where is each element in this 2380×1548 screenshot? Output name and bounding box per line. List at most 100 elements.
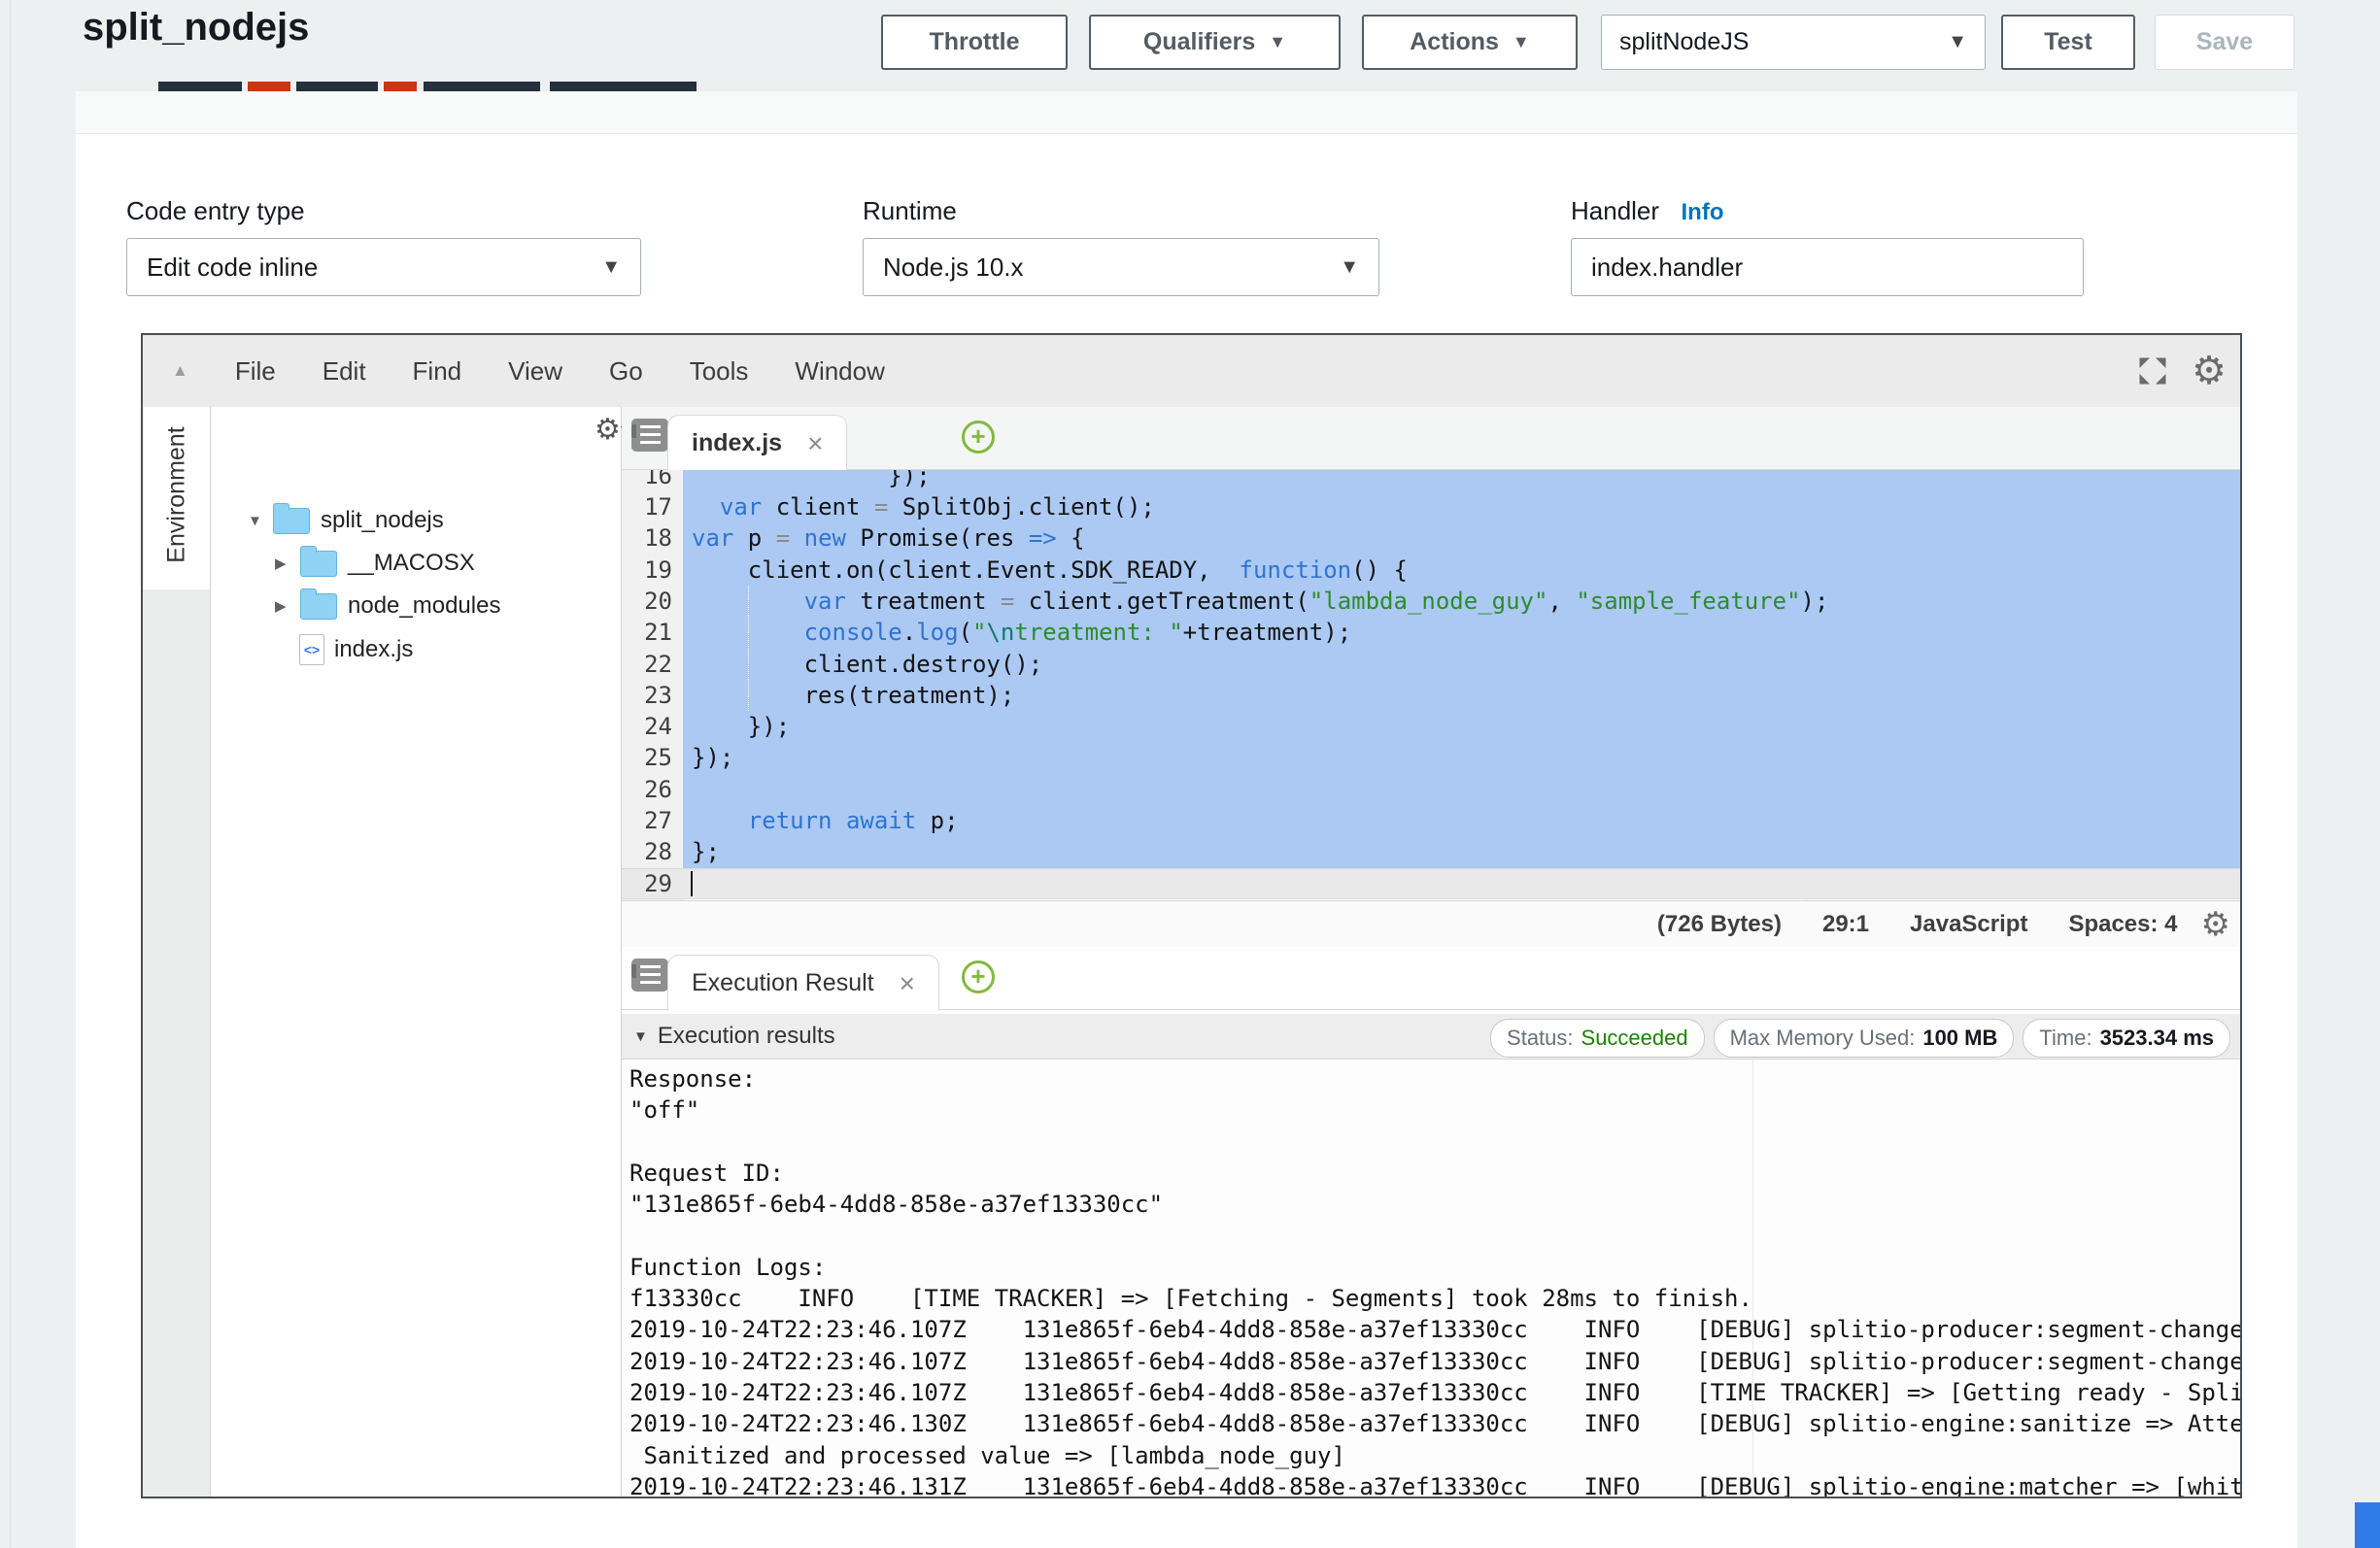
line-number: 29 — [622, 868, 683, 899]
code-text: console.log("\ntreatment: "+treatment); — [692, 617, 1351, 648]
line-number: 23 — [622, 680, 683, 711]
chevron-down-icon: ▼ — [601, 256, 621, 279]
menu-window[interactable]: Window — [795, 356, 884, 387]
menu-edit[interactable]: Edit — [323, 356, 366, 387]
output-line: Response: — [629, 1063, 756, 1094]
code-line-16[interactable]: 16 }); — [622, 470, 2240, 491]
runtime-select[interactable]: Node.js 10.x ▼ — [863, 238, 1379, 296]
output-line: 2019-10-24T22:23:46.130Z 131e865f-6eb4-4… — [629, 1408, 2240, 1439]
chevron-down-icon[interactable]: ▼ — [633, 1028, 648, 1045]
output-line: Function Logs: — [629, 1252, 826, 1283]
cursor-position[interactable]: 29:1 — [1822, 911, 1869, 938]
page-title: split_nodejs — [83, 6, 309, 50]
tab-list-icon[interactable] — [631, 419, 668, 452]
close-icon[interactable]: × — [807, 428, 823, 459]
tree-folder-label: __MACOSX — [348, 550, 475, 577]
actions-label: Actions — [1410, 28, 1499, 56]
execution-output-pane[interactable]: Response:"off" Request ID:"131e865f-6eb4-… — [622, 1060, 2240, 1497]
badge-value: Succeeded — [1581, 1026, 1688, 1051]
collapse-triangle-icon[interactable]: ▲ — [172, 361, 188, 381]
output-line: "131e865f-6eb4-4dd8-858e-a37ef13330cc" — [629, 1189, 1163, 1220]
line-number: 21 — [622, 617, 683, 648]
execution-tabstrip: Execution Result × + — [622, 947, 2240, 1010]
folder-icon — [300, 551, 337, 577]
chevron-down-icon[interactable]: ▼ — [248, 513, 273, 529]
new-tab-plus-icon[interactable]: + — [962, 421, 995, 454]
status-badge: Status: Succeeded — [1490, 1019, 1705, 1058]
output-line: Sanitized and processed value => [lambda… — [629, 1440, 1345, 1471]
throttle-button[interactable]: Throttle — [881, 15, 1068, 70]
output-line: "off" — [629, 1094, 699, 1126]
chevron-right-icon[interactable]: ▶ — [275, 597, 300, 615]
code-line-23[interactable]: 23 res(treatment); — [622, 680, 2240, 711]
environment-label: Environment — [163, 403, 191, 588]
code-line-24[interactable]: 24 }); — [622, 711, 2240, 742]
runtime-value: Node.js 10.x — [883, 252, 1024, 283]
test-button[interactable]: Test — [2001, 15, 2135, 70]
tree-row-folder[interactable]: ▶ __MACOSX — [275, 542, 475, 585]
chevron-down-icon: ▼ — [1269, 32, 1286, 52]
editor-settings-gear-icon[interactable]: ⚙ — [2192, 352, 2227, 390]
chevron-down-icon: ▼ — [1513, 32, 1530, 52]
line-number: 17 — [622, 491, 683, 522]
handler-value: index.handler — [1591, 252, 1743, 283]
tab-list-icon[interactable] — [631, 959, 668, 992]
code-line-28[interactable]: 28}; — [622, 836, 2240, 867]
line-number: 26 — [622, 774, 683, 805]
tab-execution-result[interactable]: Execution Result × — [667, 955, 939, 1011]
blue-widget-fragment — [2355, 1502, 2380, 1548]
fullscreen-icon[interactable] — [2135, 353, 2170, 388]
js-file-icon: <> — [299, 634, 324, 665]
code-line-26[interactable]: 26 — [622, 774, 2240, 805]
code-line-17[interactable]: 17 var client = SplitObj.client(); — [622, 491, 2240, 522]
qualifiers-button[interactable]: Qualifiers ▼ — [1089, 15, 1341, 70]
chevron-down-icon: ▼ — [1340, 256, 1359, 279]
code-line-21[interactable]: 21 console.log("\ntreatment: "+treatment… — [622, 617, 2240, 648]
line-number: 19 — [622, 555, 683, 586]
code-entry-type-select[interactable]: Edit code inline ▼ — [126, 238, 641, 296]
handler-info-link[interactable]: Info — [1682, 199, 1724, 225]
code-line-25[interactable]: 25}); — [622, 742, 2240, 773]
save-button-disabled[interactable]: Save — [2155, 15, 2295, 70]
menu-view[interactable]: View — [508, 356, 562, 387]
spaces-setting[interactable]: Spaces: 4 — [2068, 911, 2177, 938]
actions-button[interactable]: Actions ▼ — [1362, 15, 1578, 70]
line-number: 28 — [622, 836, 683, 867]
code-line-20[interactable]: 20 var treatment = client.getTreatment("… — [622, 586, 2240, 617]
code-line-19[interactable]: 19 client.on(client.Event.SDK_READY, fun… — [622, 555, 2240, 586]
statusbar-gear-icon[interactable]: ⚙ — [2201, 908, 2230, 941]
menubar-right-icons: ⚙ — [2135, 335, 2227, 407]
line-number: 27 — [622, 805, 683, 836]
code-line-27[interactable]: 27 return await p; — [622, 805, 2240, 836]
output-line: f13330cc INFO [TIME TRACKER] => [Fetchin… — [629, 1283, 1752, 1314]
folder-icon — [273, 508, 310, 534]
new-tab-plus-icon[interactable]: + — [962, 960, 995, 993]
code-pane[interactable]: 16 });17 var client = SplitObj.client();… — [622, 470, 2240, 900]
close-icon[interactable]: × — [900, 968, 915, 999]
alias-dropdown[interactable]: splitNodeJS ▼ — [1601, 15, 1986, 70]
tab-label: index.js — [692, 429, 782, 457]
menu-go[interactable]: Go — [609, 356, 643, 387]
output-line: Request ID: — [629, 1158, 784, 1189]
menu-file[interactable]: File — [235, 356, 276, 387]
line-number: 20 — [622, 586, 683, 617]
chevron-right-icon[interactable]: ▶ — [275, 555, 300, 572]
code-line-18[interactable]: 18var p = new Promise(res => { — [622, 522, 2240, 554]
text-cursor — [691, 871, 693, 896]
handler-input[interactable]: index.handler — [1571, 238, 2084, 296]
tree-row-root[interactable]: ▼ split_nodejs — [248, 499, 444, 542]
execution-results-title: Execution results — [658, 1023, 835, 1050]
tab-indexjs[interactable]: index.js × — [667, 415, 847, 471]
badge-label: Status: — [1507, 1026, 1573, 1051]
tree-row-folder[interactable]: ▶ node_modules — [275, 585, 500, 627]
code-line-22[interactable]: 22 client.destroy(); — [622, 649, 2240, 680]
language-mode[interactable]: JavaScript — [1910, 911, 2027, 938]
code-text: }); — [692, 470, 931, 491]
tree-row-file[interactable]: <> index.js — [299, 628, 413, 671]
line-number: 25 — [622, 742, 683, 773]
badge-value: 3523.34 ms — [2100, 1026, 2214, 1051]
time-badge: Time: 3523.34 ms — [2023, 1019, 2230, 1058]
menu-find[interactable]: Find — [413, 356, 462, 387]
code-line-29[interactable]: 29 — [622, 868, 2240, 899]
menu-tools[interactable]: Tools — [690, 356, 749, 387]
